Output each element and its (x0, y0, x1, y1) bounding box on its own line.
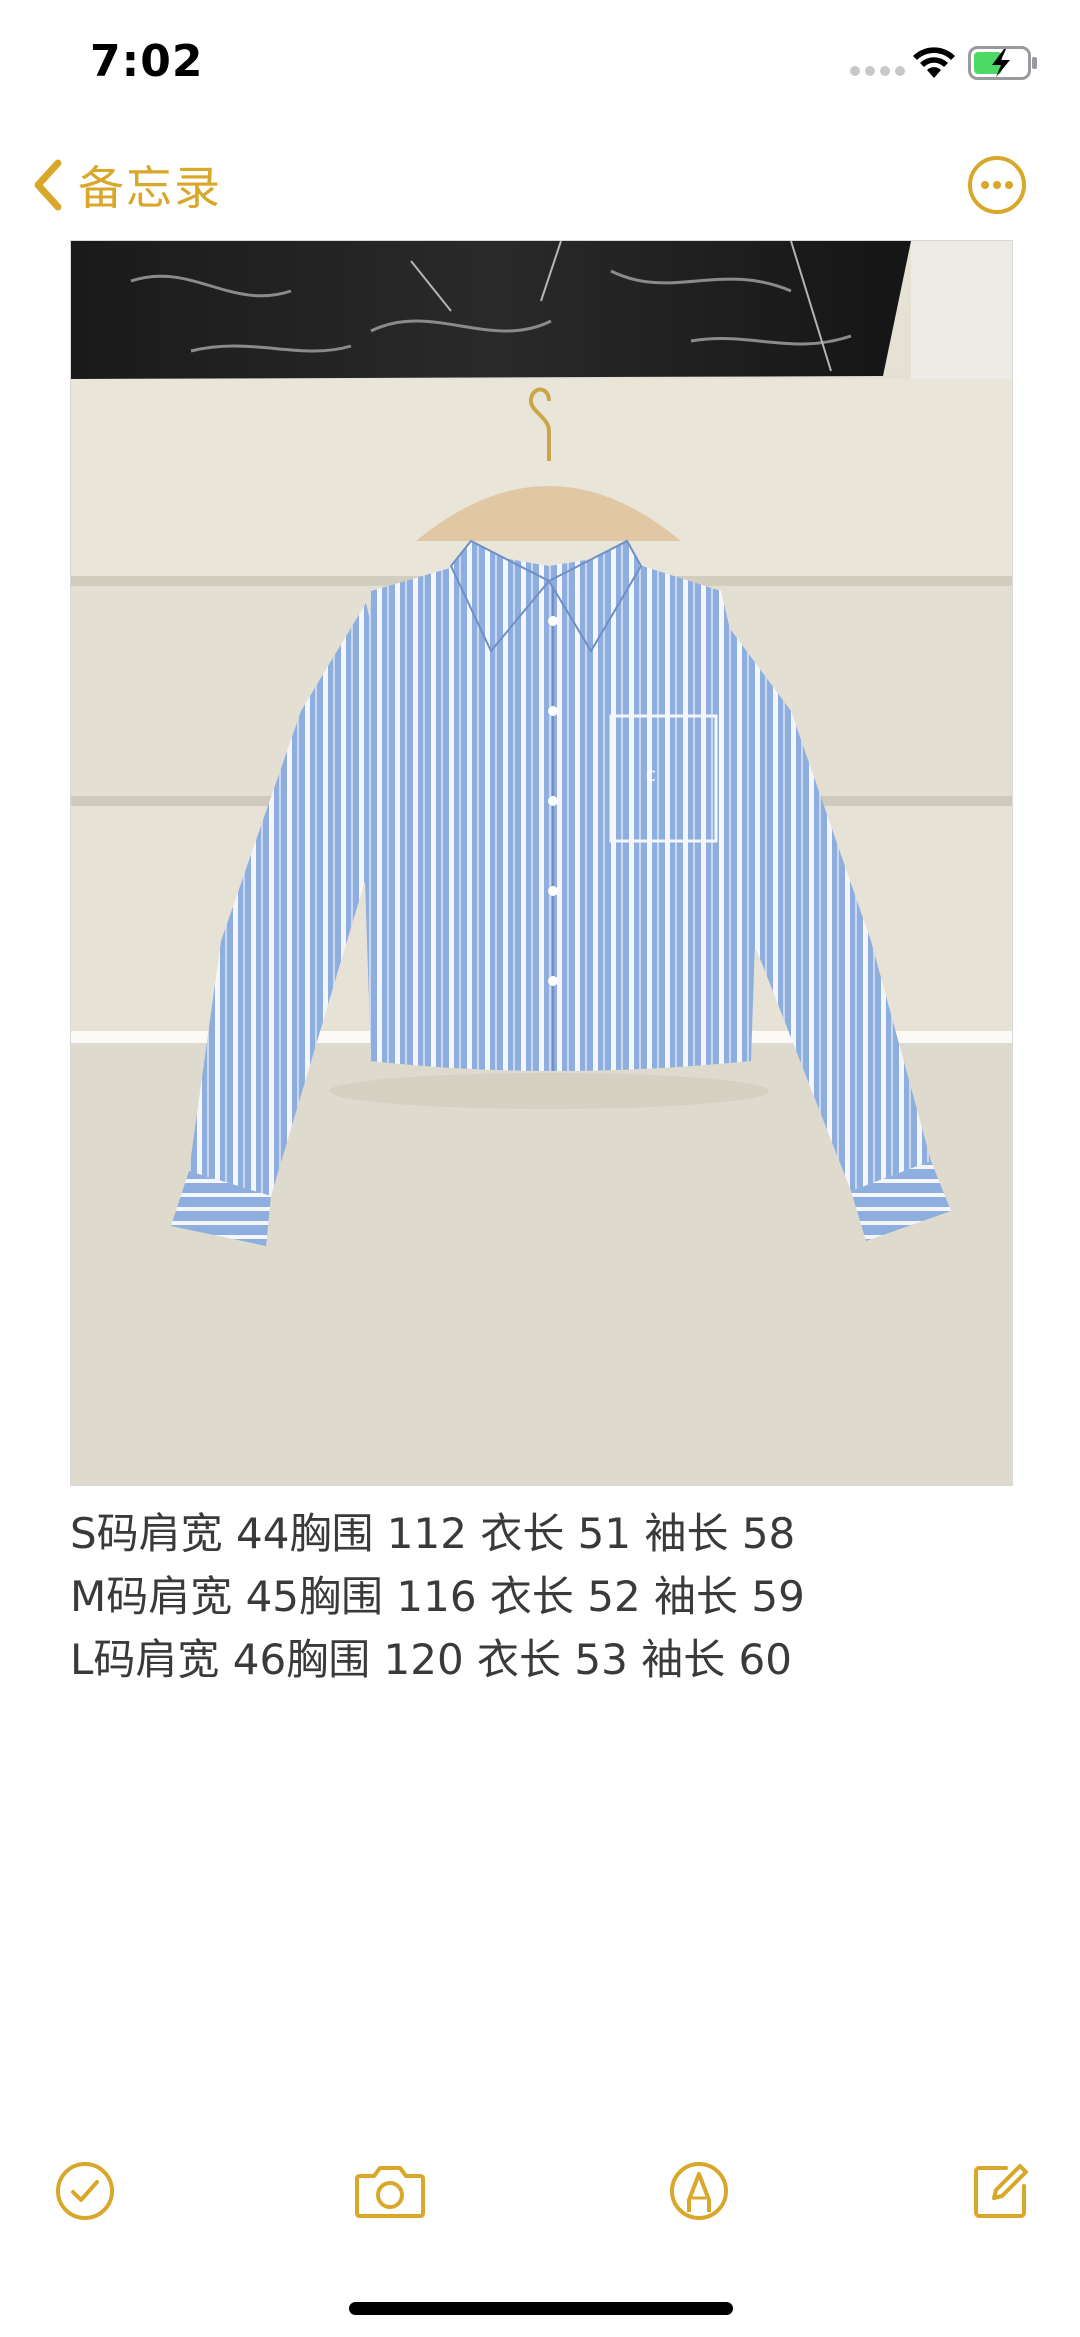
back-button[interactable]: 备忘录 (30, 150, 222, 220)
checklist-icon[interactable] (54, 2160, 116, 2222)
wifi-icon (913, 47, 955, 78)
size-s-line: S码肩宽 44胸围 112 衣长 51 袖长 58 (70, 1509, 796, 1558)
size-l-line: L码肩宽 46胸围 120 衣长 53 袖长 60 (70, 1635, 792, 1684)
note-photo-attachment[interactable]: C (70, 240, 1013, 1486)
battery-charging-icon (968, 46, 1037, 80)
status-time: 7:02 (90, 36, 204, 87)
signal-dots-icon (850, 66, 905, 76)
size-m-line: M码肩宽 45胸围 116 衣长 52 袖长 59 (70, 1572, 805, 1621)
back-label: 备忘录 (78, 161, 222, 215)
home-indicator[interactable] (349, 2302, 733, 2315)
note-body[interactable]: S码肩宽 44胸围 112 衣长 51 袖长 58 M码肩宽 45胸围 116 … (70, 1502, 1010, 1691)
status-bar: 7:02 (0, 0, 1080, 130)
markup-pen-icon[interactable] (668, 2160, 730, 2222)
compose-icon[interactable] (970, 2160, 1032, 2222)
camera-icon[interactable] (354, 2160, 426, 2222)
shirt-photo: C (71, 241, 1012, 1485)
chevron-left-icon (34, 159, 62, 211)
ellipsis-circle-icon[interactable] (966, 154, 1028, 216)
svg-text:C: C (646, 769, 656, 785)
